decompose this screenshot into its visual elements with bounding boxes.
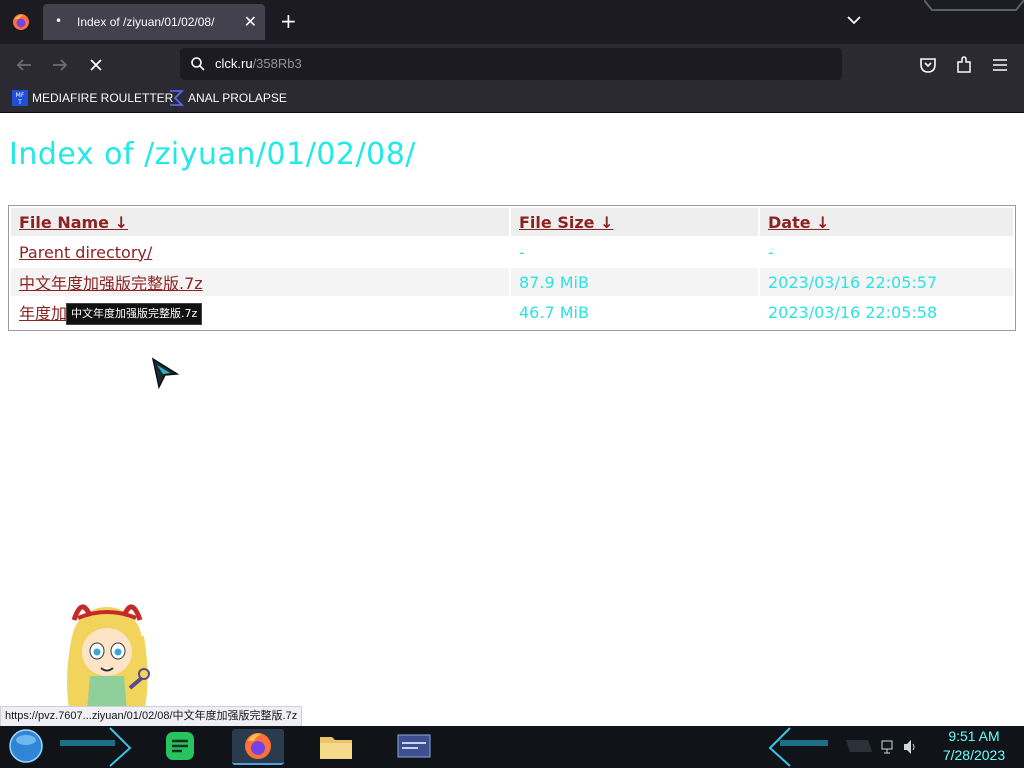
forward-arrow-icon[interactable] — [49, 54, 71, 76]
address-bar[interactable]: clck.ru/358Rb3 — [180, 48, 842, 80]
list-all-tabs-icon[interactable] — [846, 12, 862, 28]
file-link[interactable]: 中文年度加强版完整版.7z — [19, 274, 203, 293]
network-volume-icons[interactable] — [880, 738, 920, 756]
sort-by-name-link[interactable]: File Name ↓ — [19, 213, 128, 232]
taskbar-app-file-explorer[interactable] — [310, 729, 362, 763]
file-size-cell: 87.9 MiB — [511, 268, 758, 296]
page-title: Index of /ziyuan/01/02/08/ — [9, 137, 416, 172]
clock-time: 9:51 AM — [948, 728, 1000, 744]
new-tab-button[interactable]: + — [280, 9, 297, 33]
date-cell: 2023/03/16 22:05:57 — [760, 268, 1013, 296]
column-header-file-size[interactable]: File Size ↓ — [511, 208, 758, 236]
back-arrow-icon[interactable] — [13, 54, 35, 76]
taskbar-app-window[interactable] — [388, 729, 440, 763]
extensions-icon[interactable] — [953, 54, 975, 76]
pocket-icon[interactable] — [917, 54, 939, 76]
stop-loading-icon[interactable] — [85, 54, 107, 76]
bookmark-label: MEDIAFIRE ROULETTER — [32, 91, 174, 105]
start-button-orb-icon[interactable] — [8, 728, 44, 764]
taskbar-clock[interactable]: 9:51 AM 7/28/2023 — [926, 727, 1022, 765]
taskbar-app-notes[interactable] — [154, 729, 206, 763]
url-text[interactable]: clck.ru/358Rb3 — [215, 56, 302, 71]
firefox-taskbar-icon — [245, 733, 271, 759]
taskbar-app-firefox[interactable] — [232, 729, 284, 765]
bookmark-mediafire-rouletter[interactable]: MF T MEDIAFIRE ROULETTER — [12, 90, 173, 106]
svg-text:MF: MF — [16, 92, 25, 99]
column-header-file-name[interactable]: File Name ↓ — [11, 208, 509, 236]
taskbar: 9:51 AM 7/28/2023 — [0, 726, 1024, 768]
column-header-date[interactable]: Date ↓ — [760, 208, 1013, 236]
tab-close-icon[interactable]: ✕ — [244, 12, 257, 31]
svg-text:T: T — [17, 99, 22, 106]
window-frame-decoration — [924, 0, 1024, 11]
url-path: /358Rb3 — [252, 56, 302, 71]
firefox-icon[interactable] — [12, 13, 30, 31]
bookmark-label: ANAL PROLAPSE — [188, 91, 287, 105]
file-size-cell: - — [519, 242, 525, 262]
file-size-cell: 46.7 MiB — [519, 302, 589, 322]
mouse-cursor-icon — [151, 357, 180, 390]
clock-date: 7/28/2023 — [942, 747, 1006, 763]
tab-title: Index of /ziyuan/01/02/08/ — [77, 15, 215, 29]
date-cell: 2023/03/16 22:05:58 — [768, 302, 938, 322]
app-window-icon — [397, 734, 431, 758]
url-host: clck.ru — [215, 56, 253, 71]
system-tray — [880, 738, 920, 756]
table-row: 中文年度加强版完整版.7z 87.9 MiB 2023/03/16 22:05:… — [11, 268, 1013, 296]
bookmarks-toolbar: MF T MEDIAFIRE ROULETTER ANAL PROLAPSE — [0, 84, 1024, 113]
hamburger-menu-icon[interactable] — [989, 54, 1011, 76]
date-cell: - — [768, 242, 774, 262]
bookmark-anal-prolapse[interactable]: ANAL PROLAPSE — [168, 90, 287, 106]
mediafire-favicon-icon: MF T — [12, 90, 28, 106]
search-icon — [191, 57, 205, 71]
navigation-toolbar: clck.ru/358Rb3 — [0, 44, 1024, 84]
sigma-favicon-icon — [170, 90, 184, 106]
table-row: Parent directory/ - - — [11, 238, 1013, 266]
sort-by-date-link[interactable]: Date ↓ — [768, 213, 830, 232]
folder-icon — [320, 737, 352, 759]
tab-active[interactable]: • Index of /ziyuan/01/02/08/ ✕ — [43, 4, 265, 40]
parent-directory-link[interactable]: Parent directory/ — [19, 243, 152, 262]
sort-by-size-link[interactable]: File Size ↓ — [519, 213, 613, 232]
tab-loading-dot-icon: • — [55, 14, 63, 28]
tab-strip: • Index of /ziyuan/01/02/08/ ✕ + — [0, 0, 1024, 44]
link-status-url: https://pvz.7607...ziyuan/01/02/08/中文年度加… — [0, 706, 303, 727]
notes-app-icon — [166, 732, 194, 760]
link-tooltip: 中文年度加强版完整版.7z — [66, 303, 203, 325]
table-header-row: File Name ↓ File Size ↓ Date ↓ — [11, 208, 1013, 236]
